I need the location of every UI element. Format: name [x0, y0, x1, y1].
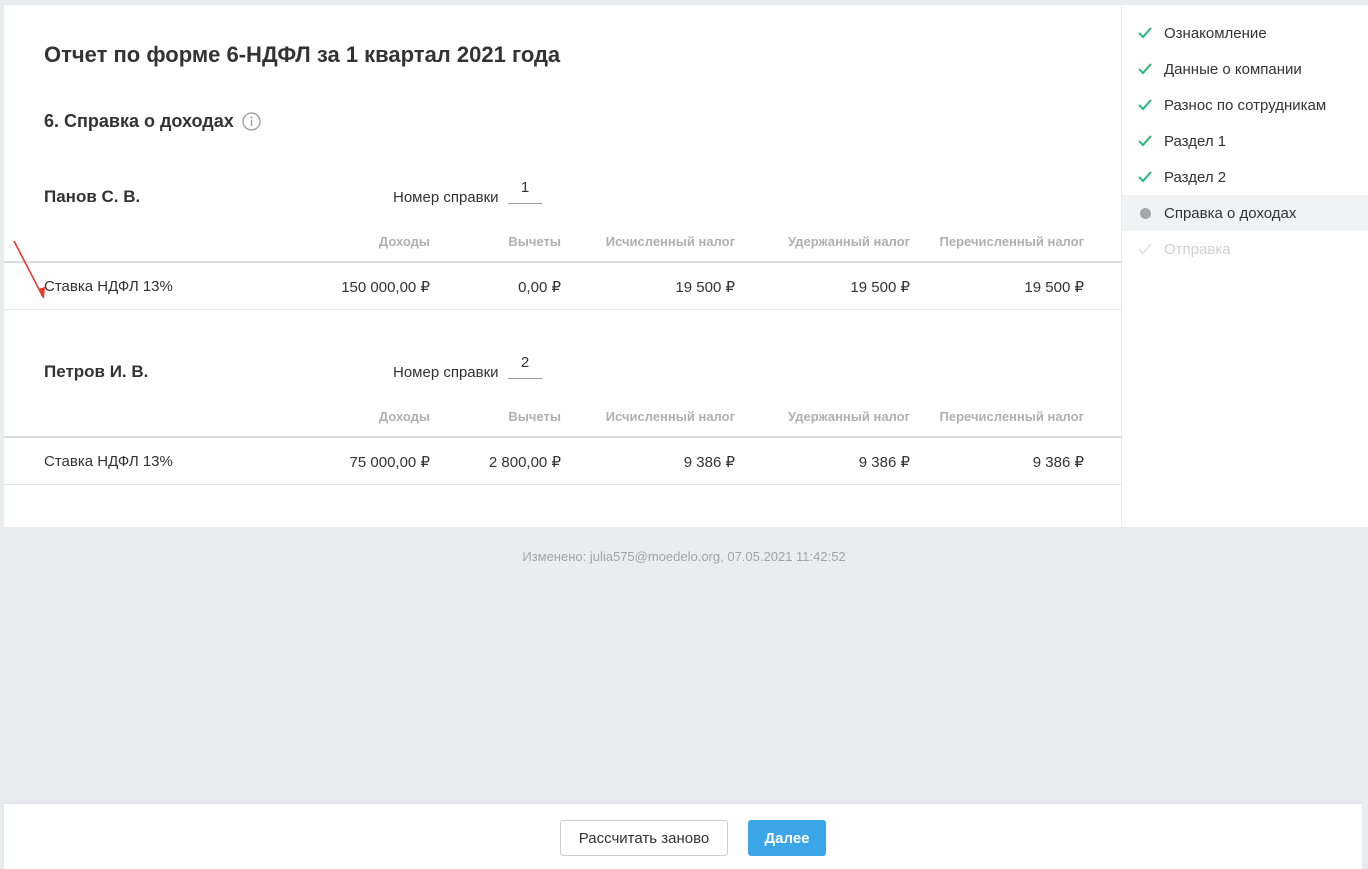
- check-icon: [1138, 98, 1152, 112]
- step-company-data[interactable]: Данные о компании: [1122, 51, 1368, 87]
- cell-deductions: 0,00 ₽: [518, 279, 561, 296]
- step-section-1[interactable]: Раздел 1: [1122, 123, 1368, 159]
- last-modified-info: Изменено: julia575@moedelo.org, 07.05.20…: [522, 549, 846, 564]
- footer-bar: Рассчитать заново Далее: [4, 804, 1362, 869]
- step-income-certificate[interactable]: Справка о доходах: [1122, 195, 1368, 231]
- employee-name: Панов С. В.: [44, 187, 141, 206]
- step-label: Данные о компании: [1164, 60, 1302, 78]
- cell-withheld-tax: 9 386 ₽: [858, 454, 910, 471]
- check-icon: [1138, 62, 1152, 76]
- column-header-transferred-tax: Перечисленный налог: [939, 409, 1084, 424]
- cert-number-label: Номер справки: [393, 364, 499, 381]
- step-section-2[interactable]: Раздел 2: [1122, 159, 1368, 195]
- cell-withheld-tax: 19 500 ₽: [850, 279, 910, 296]
- row-divider: [4, 309, 1121, 310]
- table-header-divider: [4, 436, 1121, 438]
- step-employee-distribution[interactable]: Разнос по сотрудникам: [1122, 87, 1368, 123]
- employee-name: Петров И. В.: [44, 362, 149, 381]
- annotation-arrow-icon: [13, 240, 45, 299]
- step-label: Отправка: [1164, 240, 1231, 258]
- step-submission: Отправка: [1122, 231, 1368, 267]
- column-header-calculated-tax: Исчисленный налог: [605, 409, 735, 424]
- step-label: Раздел 2: [1164, 168, 1227, 186]
- step-label: Справка о доходах: [1164, 204, 1297, 222]
- next-button[interactable]: Далее: [748, 820, 826, 856]
- recalculate-button[interactable]: Рассчитать заново: [560, 820, 728, 856]
- row-label: Ставка НДФЛ 13%: [44, 453, 173, 470]
- column-header-deductions: Вычеты: [508, 234, 561, 249]
- cell-income: 150 000,00 ₽: [341, 279, 430, 296]
- check-icon: [1138, 242, 1152, 256]
- step-label: Разнос по сотрудникам: [1164, 96, 1327, 114]
- column-header-withheld-tax: Удержанный налог: [787, 234, 910, 249]
- step-label: Раздел 1: [1164, 132, 1227, 150]
- current-step-dot-icon: [1138, 206, 1152, 220]
- check-icon: [1138, 170, 1152, 184]
- report-card: Отчет по форме 6-НДФЛ за 1 квартал 2021 …: [4, 5, 1368, 527]
- wizard-steps: Ознакомление Данные о компании Разнос по…: [1121, 5, 1368, 527]
- column-header-withheld-tax: Удержанный налог: [787, 409, 910, 424]
- report-main: Отчет по форме 6-НДФЛ за 1 квартал 2021 …: [4, 5, 1121, 527]
- column-header-deductions: Вычеты: [508, 409, 561, 424]
- column-header-transferred-tax: Перечисленный налог: [939, 234, 1084, 249]
- column-header-income: Доходы: [378, 234, 430, 249]
- step-label: Ознакомление: [1164, 24, 1267, 42]
- cell-deductions: 2 800,00 ₽: [488, 454, 561, 471]
- column-header-calculated-tax: Исчисленный налог: [605, 234, 735, 249]
- info-icon[interactable]: [242, 112, 261, 131]
- step-intro[interactable]: Ознакомление: [1122, 15, 1368, 51]
- row-divider: [4, 484, 1121, 485]
- cert-number-label: Номер справки: [393, 189, 499, 206]
- column-header-income: Доходы: [378, 409, 430, 424]
- section-title-text: 6. Справка о доходах: [44, 111, 234, 131]
- cell-transferred-tax: 9 386 ₽: [1032, 454, 1084, 471]
- cell-income: 75 000,00 ₽: [349, 454, 430, 471]
- page-title: Отчет по форме 6-НДФЛ за 1 квартал 2021 …: [44, 42, 561, 67]
- cert-number-input[interactable]: [508, 353, 542, 379]
- check-icon: [1138, 134, 1152, 148]
- table-header-divider: [4, 261, 1121, 263]
- cell-calculated-tax: 9 386 ₽: [683, 454, 735, 471]
- cell-transferred-tax: 19 500 ₽: [1024, 279, 1084, 296]
- row-label: Ставка НДФЛ 13%: [44, 278, 173, 295]
- section-title: 6. Справка о доходах: [44, 111, 261, 132]
- check-icon: [1138, 26, 1152, 40]
- cell-calculated-tax: 19 500 ₽: [675, 279, 735, 296]
- cert-number-input[interactable]: [508, 178, 542, 204]
